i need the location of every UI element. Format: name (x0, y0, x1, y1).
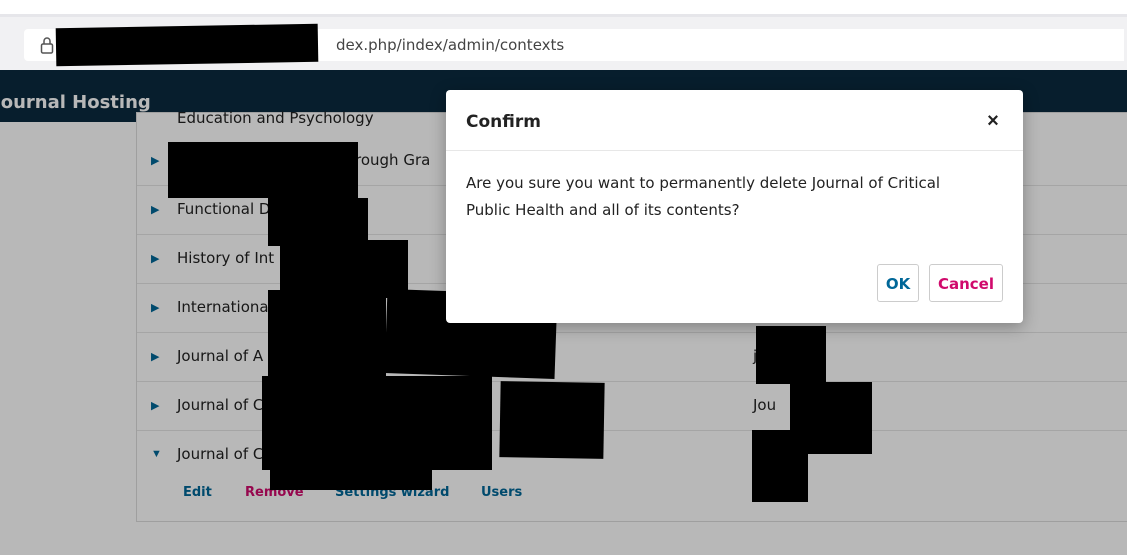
redaction-4 (268, 290, 386, 382)
redaction-8 (270, 450, 432, 490)
url-text: dex.php/index/admin/contexts (336, 36, 565, 54)
redaction-url (55, 23, 319, 67)
ok-button[interactable]: OK (877, 264, 919, 302)
redaction-11 (752, 430, 808, 502)
confirm-dialog: Confirm × Are you sure you want to perma… (446, 90, 1023, 323)
dialog-title: Confirm (466, 112, 541, 132)
dialog-divider (446, 150, 1023, 151)
lock-icon (40, 37, 54, 54)
redaction-9 (756, 326, 826, 384)
close-icon[interactable]: × (982, 110, 1004, 132)
cancel-button[interactable]: Cancel (929, 264, 1003, 302)
dialog-message: Are you sure you want to permanently del… (466, 174, 941, 219)
redaction-7 (499, 381, 605, 459)
redaction-2 (268, 198, 368, 246)
browser-top-strip (0, 0, 1127, 14)
redaction-1 (168, 142, 358, 198)
